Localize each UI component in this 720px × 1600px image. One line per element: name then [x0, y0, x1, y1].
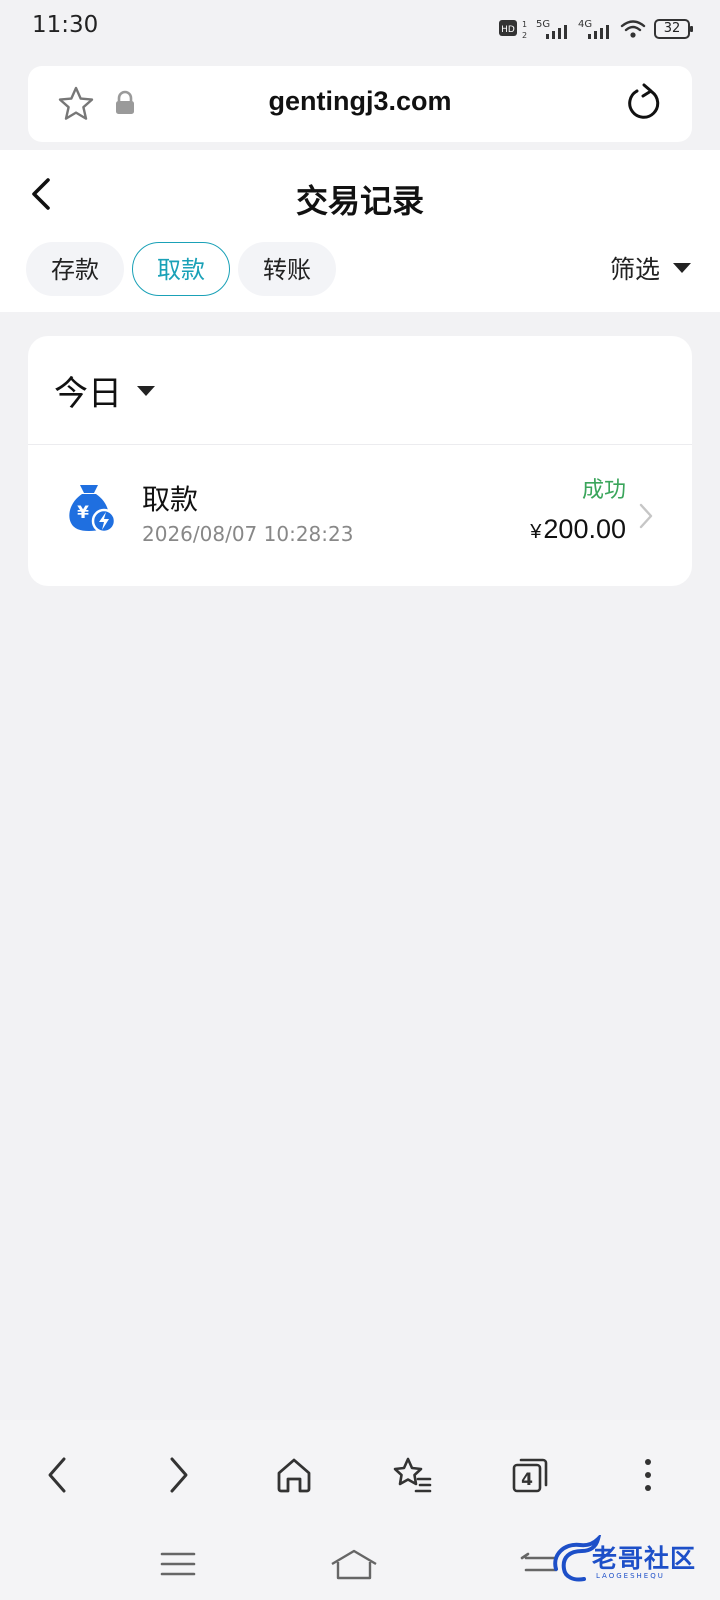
svg-text:4: 4 [521, 1470, 533, 1490]
signal-4g-icon: 4G [578, 19, 609, 39]
svg-text:1: 1 [522, 20, 527, 29]
filter-button[interactable]: 筛选 [610, 250, 692, 286]
browser-home-button[interactable] [266, 1447, 322, 1503]
filter-label: 筛选 [609, 255, 660, 284]
currency-symbol: ¥ [530, 521, 542, 543]
tab-transfer[interactable]: 转账 [238, 242, 336, 296]
divider [28, 444, 692, 445]
type-tabs: 存款 取款 转账 [26, 242, 336, 296]
watermark-subtext: LAOGESHEQU [596, 1572, 665, 1580]
page-title: 交易记录 [295, 182, 424, 220]
recents-button[interactable] [148, 1544, 208, 1584]
caret-down-icon [673, 263, 691, 273]
status-time: 11:30 [32, 12, 99, 38]
signal-5g-icon: 5G [536, 19, 567, 39]
reload-icon[interactable] [624, 83, 664, 123]
period-label: 今日 [54, 374, 122, 414]
page-header: 交易记录 存款 取款 转账 筛选 [0, 150, 720, 312]
transaction-datetime: 2026/08/07 10:28:23 [142, 522, 354, 546]
svg-text:2: 2 [522, 31, 527, 40]
menu-button[interactable] [620, 1447, 676, 1503]
watermark: 老哥社区 LAOGESHEQU [550, 1535, 710, 1587]
browser-toolbar: 4 [0, 1420, 720, 1530]
svg-text:¥: ¥ [77, 503, 89, 523]
menu-lines-icon [160, 1552, 196, 1576]
tab-deposit[interactable]: 存款 [26, 242, 124, 296]
wifi-icon [620, 20, 646, 38]
transaction-amount: ¥200.00 [530, 514, 626, 545]
status-badge: 成功 [581, 478, 626, 503]
battery-icon: 32 [654, 19, 693, 39]
period-selector[interactable]: 今日 [54, 366, 156, 415]
browser-back-button[interactable] [30, 1447, 86, 1503]
status-icons: HD 1 2 5G 4G 32 [498, 16, 693, 42]
records-card: 今日 ¥ 取款 2026/08/07 10:28:23 成功 ¥200.00 [28, 336, 692, 586]
watermark-text: 老哥社区 [592, 1544, 697, 1573]
tabs-icon: 4 [512, 1458, 548, 1493]
svg-text:4G: 4G [578, 19, 592, 30]
svg-text:HD: HD [501, 25, 515, 35]
hd-icon: HD 1 2 [499, 20, 527, 40]
arrow-left-icon [48, 1457, 66, 1493]
arrow-right-icon [170, 1457, 188, 1493]
system-home-button[interactable] [324, 1544, 384, 1584]
url-text[interactable]: gentingj3.com [28, 86, 692, 117]
more-vertical-icon [645, 1459, 651, 1491]
transaction-row[interactable]: ¥ 取款 2026/08/07 10:28:23 成功 ¥200.00 [28, 446, 692, 584]
home-icon [277, 1458, 311, 1493]
star-list-icon [393, 1457, 432, 1493]
home-outline-icon [331, 1549, 377, 1580]
address-bar[interactable]: gentingj3.com [28, 66, 692, 142]
money-bag-icon: ¥ [69, 485, 116, 534]
caret-down-icon [137, 385, 155, 396]
amount-value: 200.00 [543, 514, 626, 544]
tab-withdraw[interactable]: 取款 [132, 242, 230, 296]
tabs-button[interactable]: 4 [502, 1447, 558, 1503]
browser-forward-button[interactable] [150, 1447, 206, 1503]
bookmarks-button[interactable] [384, 1447, 440, 1503]
status-bar: 11:30 HD 1 2 5G 4G 32 [0, 0, 720, 58]
transaction-type: 取款 [142, 483, 199, 516]
svg-text:5G: 5G [536, 19, 550, 30]
chevron-right-icon [639, 503, 653, 529]
